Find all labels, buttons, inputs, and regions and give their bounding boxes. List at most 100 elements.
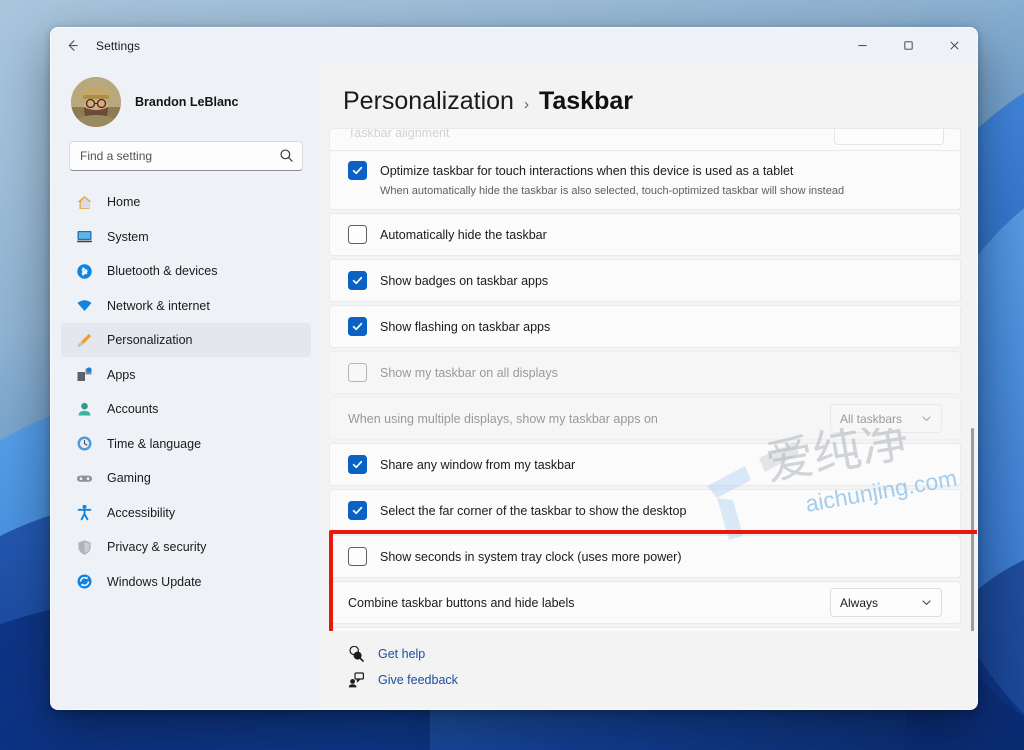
profile-section[interactable]: Brandon LeBlanc (61, 63, 311, 139)
maximize-button[interactable] (885, 28, 931, 63)
home-icon (75, 193, 93, 211)
chevron-down-icon (922, 416, 931, 421)
sidebar-item-label: Apps (107, 367, 136, 382)
content-area: Personalization › Taskbar Taskbar alignm… (321, 63, 977, 709)
sidebar-item-label: System (107, 229, 149, 244)
sidebar-item-label: Gaming (107, 471, 151, 485)
breadcrumb: Personalization › Taskbar (321, 63, 977, 128)
title-bar: Settings (51, 28, 977, 63)
help-glyph (348, 646, 364, 662)
settings-row-multiple-displays-apps: When using multiple displays, show my ta… (329, 397, 961, 440)
checkbox-optimize-touch[interactable] (348, 161, 367, 180)
sidebar-item-label: Home (107, 195, 141, 209)
chevron-down-icon (922, 600, 931, 605)
settings-scroll-region[interactable]: Taskbar alignment Optimize taskbar for t… (329, 128, 977, 631)
dropdown-value: All taskbars (840, 411, 903, 426)
avatar-photo-icon (71, 77, 121, 127)
sidebar-item-label: Accessibility (107, 505, 176, 520)
breadcrumb-parent[interactable]: Personalization (343, 87, 514, 116)
sidebar-item-label: Privacy & security (107, 540, 207, 554)
settings-row-label: When using multiple displays, show my ta… (348, 411, 658, 426)
sidebar-item-home[interactable]: Home (61, 185, 311, 219)
sidebar: Brandon LeBlanc Home (51, 63, 321, 709)
footer-links: Get help Give feedback (321, 631, 977, 709)
window-title: Settings (96, 38, 141, 53)
settings-row-combine-buttons[interactable]: Combine taskbar buttons and hide labels … (329, 581, 961, 624)
profile-name: Brandon LeBlanc (135, 95, 239, 109)
settings-row-share-window[interactable]: Share any window from my taskbar (329, 443, 961, 486)
checkbox-far-corner-desktop[interactable] (348, 501, 367, 520)
sidebar-item-apps[interactable]: Apps (61, 358, 311, 392)
search-input[interactable] (69, 141, 303, 171)
sidebar-item-label: Windows Update (107, 574, 202, 589)
settings-row-far-corner-desktop[interactable]: Select the far corner of the taskbar to … (329, 489, 961, 532)
settings-row-show-seconds[interactable]: Show seconds in system tray clock (uses … (329, 535, 961, 578)
settings-row-auto-hide[interactable]: Automatically hide the taskbar (329, 213, 961, 256)
sidebar-item-privacy-security[interactable]: Privacy & security (61, 530, 311, 564)
checkbox-auto-hide[interactable] (348, 225, 367, 244)
brush-icon (75, 331, 93, 349)
dropdown-value: Always (840, 595, 879, 610)
settings-row-label: Select the far corner of the taskbar to … (380, 503, 687, 518)
breadcrumb-separator: › (523, 96, 529, 113)
settings-row-combine-buttons-other-taskbars[interactable]: Combine taskbar buttons and hide labels … (329, 627, 961, 631)
settings-row-show-badges[interactable]: Show badges on taskbar apps (329, 259, 961, 302)
give-feedback-icon (347, 672, 364, 689)
get-help-link[interactable]: Get help (347, 641, 977, 667)
settings-row-label: Automatically hide the taskbar (380, 227, 547, 242)
sidebar-nav: Home System Bluetooth & devices Network … (61, 185, 311, 709)
back-button[interactable] (56, 31, 88, 61)
check-icon (352, 322, 363, 331)
checkbox-show-flashing[interactable] (348, 317, 367, 336)
minimize-button[interactable] (839, 28, 885, 63)
sidebar-item-personalization[interactable]: Personalization (61, 323, 311, 357)
checkbox-share-window[interactable] (348, 455, 367, 474)
sidebar-item-time-language[interactable]: Time & language (61, 427, 311, 461)
settings-row-label: Combine taskbar buttons and hide labels (348, 595, 575, 610)
close-button[interactable] (931, 28, 977, 63)
sidebar-item-label: Network & internet (107, 298, 210, 313)
sidebar-item-bluetooth[interactable]: Bluetooth & devices (61, 254, 311, 288)
search-icon (280, 149, 293, 162)
settings-row-optimize-touch[interactable]: Optimize taskbar for touch interactions … (329, 150, 961, 210)
system-icon (75, 228, 93, 246)
get-help-label: Get help (378, 647, 426, 661)
wifi-icon (75, 297, 93, 315)
give-feedback-label: Give feedback (378, 673, 458, 687)
feedback-glyph (348, 672, 364, 688)
checkbox-show-badges[interactable] (348, 271, 367, 290)
settings-row-label: Show badges on taskbar apps (380, 273, 549, 288)
clock-icon (75, 435, 93, 453)
settings-row-subtext: When automatically hide the taskbar is a… (380, 185, 845, 197)
maximize-icon (903, 41, 913, 50)
sidebar-item-network[interactable]: Network & internet (61, 289, 311, 323)
accounts-icon (75, 400, 93, 418)
clipped-row-label: Taskbar alignment (348, 128, 450, 140)
vertical-scrollbar[interactable] (971, 428, 974, 631)
minimize-icon (857, 45, 867, 47)
dropdown-multiple-displays-apps: All taskbars (830, 404, 942, 433)
clipped-row-dropdown[interactable] (834, 129, 944, 145)
dropdown-combine-buttons[interactable]: Always (830, 588, 942, 617)
sidebar-item-system[interactable]: System (61, 220, 311, 254)
settings-row-taskbar-all-displays: Show my taskbar on all displays (329, 351, 961, 394)
give-feedback-link[interactable]: Give feedback (347, 667, 977, 693)
search-container (69, 141, 303, 171)
settings-row-label: Show flashing on taskbar apps (380, 319, 551, 334)
back-arrow-icon (68, 40, 78, 51)
sidebar-item-windows-update[interactable]: Windows Update (61, 565, 311, 599)
check-icon (352, 276, 363, 285)
check-icon (352, 460, 363, 469)
check-icon (352, 166, 363, 175)
close-icon (950, 41, 958, 50)
gamepad-icon (75, 469, 93, 487)
checkbox-show-seconds[interactable] (348, 547, 367, 566)
sidebar-item-gaming[interactable]: Gaming (61, 461, 311, 495)
sidebar-item-accessibility[interactable]: Accessibility (61, 496, 311, 530)
settings-row-show-flashing[interactable]: Show flashing on taskbar apps (329, 305, 961, 348)
apps-icon (75, 366, 93, 384)
settings-row-taskbar-alignment-clipped[interactable]: Taskbar alignment (329, 128, 961, 150)
sidebar-item-label: Bluetooth & devices (107, 264, 218, 278)
sidebar-item-accounts[interactable]: Accounts (61, 392, 311, 426)
avatar (71, 77, 121, 127)
